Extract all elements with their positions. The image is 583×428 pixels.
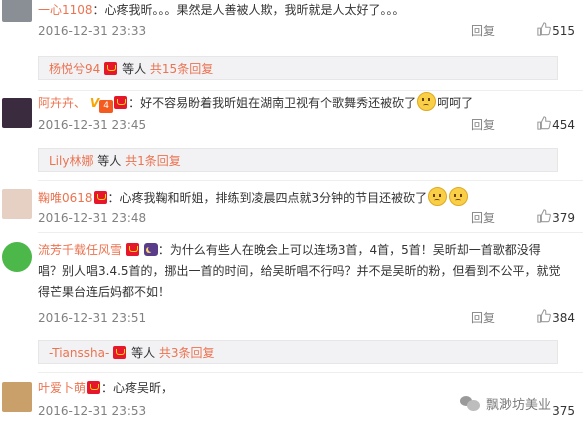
member-badge-icon	[113, 346, 127, 359]
avatar[interactable]	[2, 242, 32, 272]
emoji-icon	[417, 92, 437, 111]
comment-text-line1: ：为什么有些人在晚会上可以连场3首，4首，5首！吴昕却一首歌都没得	[157, 243, 541, 257]
like-count: 454	[552, 118, 575, 132]
reply-middle: 等人	[118, 62, 150, 76]
reply-total[interactable]: 共3条回复	[159, 346, 215, 360]
emoji-icon	[449, 187, 469, 206]
comment-meta: 2016-12-31 23:51 回复 384	[38, 309, 575, 327]
member-badge-icon	[114, 96, 128, 109]
comment-text-line2: 唱？别人唱3.4.5首的，挪出一首的时间，给吴昕唱不行吗？并不是吴昕的粉，但看到…	[38, 264, 561, 278]
comment-body-line3: 得芒果台连后妈都不如！	[38, 282, 575, 303]
avatar[interactable]	[2, 382, 32, 412]
like-count: 379	[552, 211, 575, 225]
member-badge-icon	[87, 381, 101, 394]
avatar[interactable]	[2, 0, 32, 22]
reply-link[interactable]: 回复	[471, 22, 495, 40]
like-count: 384	[552, 311, 575, 325]
comment-body: 鞠唯0618 ：心疼我鞠和昕姐，排练到凌晨四点就3分钟的节目还被砍了	[38, 187, 575, 209]
watermark: 飘渺坊美业	[460, 392, 580, 414]
comment-username[interactable]: 鞠唯0618	[38, 191, 93, 205]
comment-meta: 2016-12-31 23:45 回复 454	[38, 116, 575, 134]
comment-text: ：好不容易盼着我昕姐在湖南卫视有个歌舞秀还被砍了	[128, 96, 417, 110]
reply-username[interactable]: 杨悦兮94	[49, 62, 100, 76]
comment-text-line3: 得芒果台连后妈都不如！	[38, 285, 171, 299]
vip-icon: V	[89, 96, 100, 110]
comment-time[interactable]: 2016-12-31 23:33	[38, 22, 146, 40]
comment-body-line2: 唱？别人唱3.4.5首的，挪出一首的时间，给吴昕唱不行吗？并不是吴昕的粉，但看到…	[38, 261, 575, 282]
avatar[interactable]	[2, 98, 32, 128]
comment-body: 一心1108：心疼我昕。。。果然是人善被人欺，我昕就是人太好了。。。	[38, 0, 575, 21]
member-badge-icon	[104, 62, 118, 75]
night-badge-icon	[143, 243, 158, 256]
level-badge: 4	[99, 100, 114, 113]
reply-username[interactable]: Lily林娜	[49, 154, 93, 168]
wechat-icon	[460, 394, 482, 412]
comment-username[interactable]: 流芳千载任风雪	[38, 243, 122, 257]
reply-username[interactable]: -Tianssha-	[49, 346, 109, 360]
comment-time[interactable]: 2016-12-31 23:51	[38, 309, 146, 327]
avatar[interactable]	[2, 189, 32, 219]
comment-text: ：心疼吴昕，	[101, 381, 174, 395]
comment-body: 流芳千载任风雪 ：为什么有些人在晚会上可以连场3首，4首，5首！吴昕却一首歌都没…	[38, 240, 575, 261]
comment-text: ：心疼我鞠和昕姐，排练到凌晨四点就3分钟的节目还被砍了	[107, 191, 428, 205]
comment-time[interactable]: 2016-12-31 23:45	[38, 116, 146, 134]
divider	[38, 232, 583, 233]
reply-summary[interactable]: 杨悦兮94 等人 共15条回复	[38, 56, 558, 80]
reply-link[interactable]: 回复	[471, 309, 495, 327]
reply-link[interactable]: 回复	[471, 116, 495, 134]
comment-username[interactable]: 一心1108	[38, 3, 93, 17]
reply-summary[interactable]: Lily林娜 等人 共1条回复	[38, 148, 558, 172]
divider	[38, 180, 583, 181]
reply-total[interactable]: 共1条回复	[125, 154, 181, 168]
watermark-text: 飘渺坊美业	[486, 397, 552, 413]
reply-link[interactable]: 回复	[471, 209, 495, 227]
comment-meta: 2016-12-31 23:48 回复 379	[38, 209, 575, 227]
comment-username[interactable]: 阿卉卉、	[38, 96, 86, 110]
comment-text-tail: 呵呵了	[437, 96, 474, 110]
emoji-icon	[428, 187, 448, 206]
divider	[38, 372, 583, 373]
reply-summary[interactable]: -Tianssha- 等人 共3条回复	[38, 340, 558, 364]
comment-username[interactable]: 叶爱卜萌	[38, 381, 86, 395]
like-count: 515	[552, 24, 575, 38]
divider	[38, 90, 583, 91]
reply-middle: 等人	[93, 154, 126, 168]
reply-middle: 等人	[127, 346, 159, 360]
reply-total[interactable]: 共15条回复	[150, 62, 213, 76]
comment-body: 阿卉卉、 V 4 ：好不容易盼着我昕姐在湖南卫视有个歌舞秀还被砍了 呵呵了	[38, 92, 575, 114]
comment-meta: 2016-12-31 23:33 回复 515	[38, 22, 575, 40]
comment-time[interactable]: 2016-12-31 23:53	[38, 402, 146, 420]
member-badge-icon	[93, 191, 107, 204]
member-badge-icon	[126, 243, 140, 256]
comment-time[interactable]: 2016-12-31 23:48	[38, 209, 146, 227]
comment-text: ：心疼我昕。。。果然是人善被人欺，我昕就是人太好了。。。	[92, 3, 405, 17]
